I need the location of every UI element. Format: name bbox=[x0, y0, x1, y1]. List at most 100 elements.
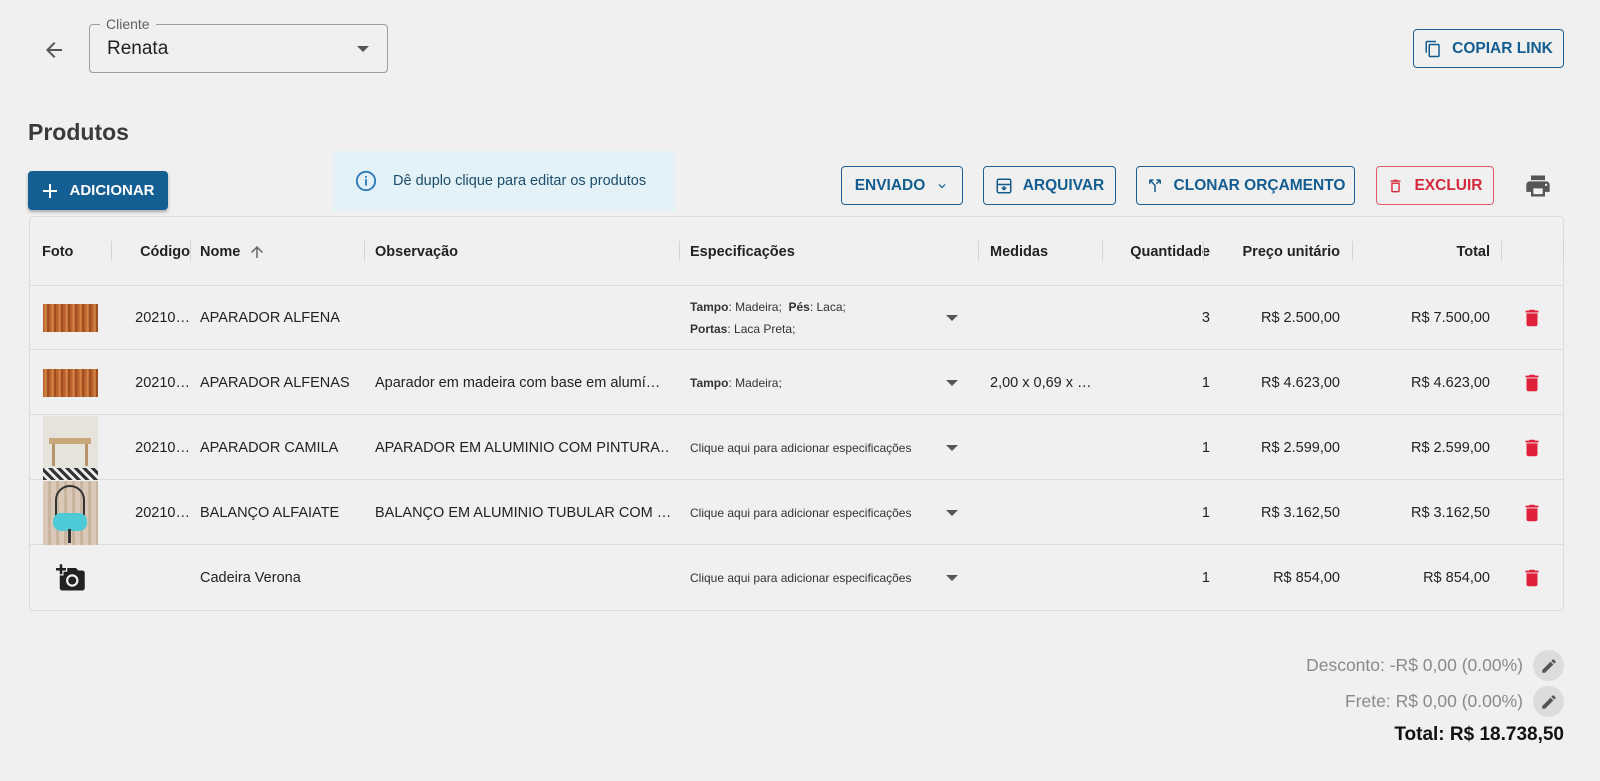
plus-icon bbox=[42, 183, 57, 198]
product-photo bbox=[43, 481, 98, 545]
cell-medidas bbox=[990, 546, 1095, 610]
info-icon bbox=[355, 170, 377, 192]
spec-caret-icon[interactable] bbox=[946, 510, 958, 516]
copy-icon bbox=[1425, 40, 1440, 57]
printer-icon bbox=[1526, 175, 1550, 197]
delete-row-icon[interactable] bbox=[1521, 566, 1543, 590]
cell-total: R$ 2.599,00 bbox=[1410, 440, 1490, 456]
cell-quantidade: 1 bbox=[1201, 440, 1210, 456]
cell-preco: R$ 854,00 bbox=[1273, 570, 1340, 586]
cell-quantidade: 1 bbox=[1201, 505, 1210, 521]
edit-discount-button[interactable] bbox=[1533, 650, 1564, 681]
spec-caret-icon[interactable] bbox=[946, 315, 958, 321]
table-row[interactable]: 20210… APARADOR CAMILA APARADOR EM ALUMI… bbox=[30, 416, 1563, 480]
status-label: ENVIADO bbox=[854, 176, 926, 194]
cell-medidas: 2,00 x 0,69 x … bbox=[990, 375, 1092, 391]
product-photo bbox=[43, 286, 98, 350]
status-dropdown[interactable]: ENVIADO bbox=[841, 166, 963, 205]
discount-row: Desconto: -R$ 0,00 (0.00%) bbox=[1306, 650, 1564, 681]
pencil-icon bbox=[1541, 658, 1556, 673]
column-header-nome[interactable]: Nome bbox=[200, 217, 280, 286]
column-header-quantidade[interactable]: Quantidade bbox=[1110, 217, 1210, 286]
cell-observacao bbox=[375, 286, 670, 350]
column-header-total[interactable]: Total bbox=[1360, 217, 1490, 286]
delete-row-icon[interactable] bbox=[1521, 436, 1543, 460]
archive-label: ARQUIVAR bbox=[1022, 176, 1105, 194]
product-photo bbox=[43, 416, 98, 480]
cell-preco: R$ 2.500,00 bbox=[1260, 310, 1340, 326]
freight-text: Frete: R$ 0,00 (0.00%) bbox=[1345, 691, 1523, 711]
delete-row-icon[interactable] bbox=[1521, 371, 1543, 395]
column-header-especificacoes[interactable]: Especificações bbox=[690, 217, 890, 286]
clone-quote-button[interactable]: CLONAR ORÇAMENTO bbox=[1136, 166, 1355, 205]
delete-row-icon[interactable] bbox=[1521, 501, 1543, 525]
client-select[interactable]: Cliente Renata bbox=[89, 16, 388, 73]
caret-down-icon bbox=[357, 46, 369, 52]
table-row[interactable]: 20210… APARADOR ALFENA Tampo: Madeira; P… bbox=[30, 286, 1563, 350]
freight-row: Frete: R$ 0,00 (0.00%) bbox=[1345, 686, 1564, 717]
add-button[interactable]: ADICIONAR bbox=[28, 171, 168, 210]
spec-caret-icon[interactable] bbox=[946, 445, 958, 451]
column-header-nome-label: Nome bbox=[200, 243, 241, 260]
cell-especificacoes[interactable]: Clique aqui para adicionar especificaçõe… bbox=[690, 481, 940, 545]
cell-nome: Cadeira Verona bbox=[200, 570, 301, 586]
spec-list: Tampo: Madeira; Pés: Laca; Portas: Laca … bbox=[690, 300, 846, 336]
edit-freight-button[interactable] bbox=[1533, 686, 1564, 717]
table-row[interactable]: 20210… APARADOR ALFENAS Aparador em made… bbox=[30, 351, 1563, 415]
cell-medidas bbox=[990, 416, 1095, 480]
cell-medidas bbox=[990, 286, 1095, 350]
spec-caret-icon[interactable] bbox=[946, 575, 958, 581]
sort-ascending-icon[interactable] bbox=[248, 243, 266, 261]
cell-observacao: APARADOR EM ALUMINIO COM PINTURA… bbox=[375, 440, 670, 456]
cell-codigo bbox=[120, 546, 190, 610]
cell-total: R$ 854,00 bbox=[1423, 570, 1490, 586]
cell-especificacoes[interactable]: Tampo: Madeira; Pés: Laca; Portas: Laca … bbox=[690, 286, 940, 350]
trash-icon bbox=[1391, 179, 1401, 192]
cell-medidas bbox=[990, 481, 1095, 545]
grand-total: Total: R$ 18.738,50 bbox=[1394, 724, 1564, 745]
delete-button[interactable]: EXCLUIR bbox=[1376, 166, 1494, 205]
cell-especificacoes[interactable]: Tampo: Madeira; bbox=[690, 351, 940, 415]
cell-nome: APARADOR ALFENA bbox=[200, 310, 340, 326]
add-photo-icon bbox=[55, 564, 85, 591]
spec-placeholder: Clique aqui para adicionar especificaçõe… bbox=[690, 441, 912, 455]
spec-caret-icon[interactable] bbox=[946, 380, 958, 386]
table-row[interactable]: 20210… BALANÇO ALFAIATE BALANÇO EM ALUMI… bbox=[30, 481, 1563, 545]
back-button[interactable] bbox=[36, 32, 72, 68]
print-button[interactable] bbox=[1522, 170, 1554, 202]
cell-especificacoes[interactable]: Clique aqui para adicionar especificaçõe… bbox=[690, 546, 940, 610]
arrow-back-icon bbox=[46, 42, 62, 58]
products-table: Foto Código Nome Observação Especificaçõ… bbox=[29, 216, 1564, 611]
delete-label: EXCLUIR bbox=[1414, 176, 1483, 194]
archive-button[interactable]: ARQUIVAR bbox=[983, 166, 1116, 205]
column-header-foto[interactable]: Foto bbox=[42, 217, 102, 286]
cell-especificacoes[interactable]: Clique aqui para adicionar especificaçõe… bbox=[690, 416, 940, 480]
client-select-label: Cliente bbox=[100, 16, 156, 32]
cell-observacao: BALANÇO EM ALUMINIO TUBULAR COM … bbox=[375, 505, 670, 521]
column-header-medidas[interactable]: Medidas bbox=[990, 217, 1090, 286]
cell-nome: APARADOR CAMILA bbox=[200, 440, 339, 456]
client-select-value: Renata bbox=[107, 38, 169, 59]
chevron-down-icon bbox=[938, 183, 946, 188]
column-header-observacao[interactable]: Observação bbox=[375, 217, 575, 286]
cell-codigo: 20210… bbox=[135, 440, 190, 456]
fork-icon bbox=[1148, 178, 1161, 192]
table-row[interactable]: Cadeira Verona Clique aqui para adiciona… bbox=[30, 546, 1563, 610]
pencil-icon bbox=[1541, 694, 1556, 709]
spec-placeholder: Clique aqui para adicionar especificaçõe… bbox=[690, 571, 912, 585]
cell-total: R$ 3.162,50 bbox=[1410, 505, 1490, 521]
cell-quantidade: 1 bbox=[1201, 570, 1210, 586]
cell-codigo: 20210… bbox=[135, 505, 190, 521]
cell-preco: R$ 4.623,00 bbox=[1260, 375, 1340, 391]
column-header-codigo[interactable]: Código bbox=[120, 217, 190, 286]
cell-observacao: Aparador em madeira com base em alumí… bbox=[375, 375, 661, 391]
column-header-preco-unitario[interactable]: Preço unitário bbox=[1210, 217, 1341, 286]
delete-row-icon[interactable] bbox=[1521, 306, 1543, 330]
add-button-label: ADICIONAR bbox=[69, 182, 155, 199]
clone-label: CLONAR ORÇAMENTO bbox=[1173, 176, 1346, 194]
spec-list: Tampo: Madeira; bbox=[690, 376, 782, 390]
info-text: Dê duplo clique para editar os produtos bbox=[393, 173, 647, 189]
add-photo-button[interactable] bbox=[43, 546, 98, 610]
total-row: Total: R$ 18.738,50 bbox=[1394, 724, 1564, 746]
copy-link-button[interactable]: COPIAR LINK bbox=[1413, 29, 1564, 68]
